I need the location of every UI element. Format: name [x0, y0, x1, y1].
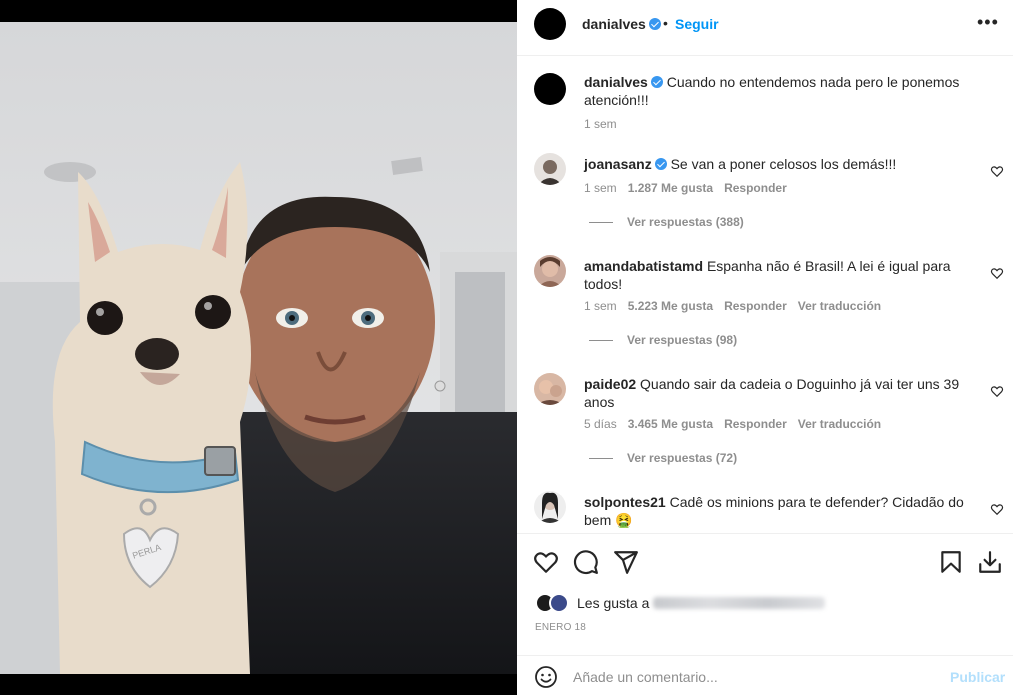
add-comment-bar: Publicar [517, 655, 1013, 695]
post-date[interactable]: ENERO 18 [535, 622, 586, 633]
comment-text: amandabatistamd Espanha não é Brasil! A … [584, 257, 964, 293]
caption-text: danialves Cuando no entendemos nada pero… [584, 73, 974, 109]
comment-text: paide02 Quando sair da cadeia o Doguinho… [584, 375, 964, 411]
view-replies-text[interactable]: Ver respuestas (388) [627, 215, 744, 229]
comment-text: joanasanz Se van a poner celosos los dem… [584, 155, 964, 173]
comment-likes[interactable]: 3.465 Me gusta [628, 417, 713, 431]
avatar-portrait-icon [536, 380, 564, 405]
reply-button[interactable]: Responder [724, 181, 787, 195]
verified-icon [650, 76, 663, 88]
replies-line [589, 222, 613, 224]
verified-icon [654, 158, 667, 170]
publish-button[interactable]: Publicar [950, 669, 1005, 685]
post-actions: Les gusta a ENERO 18 [517, 533, 1013, 643]
post-side-panel: danialves • Seguir ••• danialves Cuando … [517, 0, 1013, 695]
comment-time: 5 días [584, 417, 617, 431]
more-icon[interactable]: ••• [977, 12, 999, 33]
separator-dot: • [663, 15, 668, 31]
reply-button[interactable]: Responder [724, 417, 787, 431]
liked-by-text[interactable]: Les gusta a [577, 595, 826, 611]
view-replies-text[interactable]: Ver respuestas (72) [627, 451, 737, 465]
caption-author-avatar[interactable] [534, 73, 566, 105]
comment-time: 1 sem [584, 181, 617, 195]
view-replies-text[interactable]: Ver respuestas (98) [627, 333, 737, 347]
comment-input[interactable] [573, 665, 933, 689]
reply-button[interactable]: Responder [724, 299, 787, 313]
comment-meta: 1 sem 1.287 Me gusta Responder [584, 181, 798, 195]
liked-by-prefix: Les gusta a [577, 595, 650, 611]
comment-text: solpontes21 Cadê os minions para te defe… [584, 493, 964, 529]
avatar-portrait-icon [538, 257, 562, 287]
comment-time: 1 sem [584, 299, 617, 313]
verified-icon [648, 18, 661, 30]
replies-line [589, 458, 613, 460]
commenter-name[interactable]: solpontes21 [584, 494, 666, 510]
liker-avatar[interactable] [549, 593, 569, 613]
photo-panel: PERLA [0, 0, 517, 695]
comment-body: Se van a poner celosos los demás!!! [670, 156, 897, 172]
commenter-avatar[interactable] [534, 255, 566, 287]
heart-icon[interactable] [533, 549, 559, 575]
comment-heart-icon[interactable] [990, 502, 1004, 516]
bookmark-icon[interactable] [938, 549, 964, 575]
commenter-name[interactable]: paide02 [584, 376, 636, 392]
comment-icon[interactable] [573, 549, 599, 575]
view-replies-button[interactable]: Ver respuestas (72) [589, 451, 737, 465]
emoji-icon[interactable] [534, 665, 558, 689]
caption-author-name[interactable]: danialves [584, 74, 648, 90]
comment-heart-icon[interactable] [990, 164, 1004, 178]
commenter-avatar[interactable] [534, 153, 566, 185]
comment-heart-icon[interactable] [990, 384, 1004, 398]
comment-meta: 1 sem 5.223 Me gusta Responder Ver traducci… [584, 299, 892, 313]
instagram-post-view: PERLA danialves • Seguir ••• danialves C… [0, 0, 1013, 695]
author-username[interactable]: danialves [582, 16, 661, 32]
commenter-name[interactable]: amandabatistamd [584, 258, 703, 274]
post-photo[interactable]: PERLA [0, 22, 517, 674]
replies-line [589, 340, 613, 342]
share-icon[interactable] [613, 549, 639, 575]
caption-time: 1 sem [584, 117, 617, 131]
author-name-text[interactable]: danialves [582, 16, 646, 32]
author-avatar[interactable] [534, 8, 566, 40]
comment-likes[interactable]: 1.287 Me gusta [628, 181, 713, 195]
photo-illustration: PERLA [0, 22, 517, 674]
post-header: danialves • Seguir ••• [517, 0, 1013, 56]
comment-likes[interactable]: 5.223 Me gusta [628, 299, 713, 313]
download-icon[interactable] [977, 549, 1003, 575]
translate-button[interactable]: Ver traducción [798, 417, 881, 431]
comment-heart-icon[interactable] [990, 266, 1004, 280]
comment-body: Quando sair da cadeia o Doguinho já vai … [584, 376, 960, 410]
translate-button[interactable]: Ver traducción [798, 299, 881, 313]
comment-meta: 5 días 3.465 Me gusta Responder Ver traducc… [584, 417, 892, 431]
follow-button[interactable]: Seguir [675, 16, 719, 32]
view-replies-button[interactable]: Ver respuestas (98) [589, 333, 737, 347]
commenter-avatar[interactable] [534, 491, 566, 523]
commenter-avatar[interactable] [534, 373, 566, 405]
view-replies-button[interactable]: Ver respuestas (388) [589, 215, 744, 229]
avatar-portrait-icon [538, 160, 562, 185]
avatar-portrait-icon [538, 492, 562, 523]
comments-list[interactable]: danialves Cuando no entendemos nada pero… [517, 57, 1013, 533]
commenter-name[interactable]: joanasanz [584, 156, 652, 172]
blurred-liker-name [653, 597, 826, 609]
